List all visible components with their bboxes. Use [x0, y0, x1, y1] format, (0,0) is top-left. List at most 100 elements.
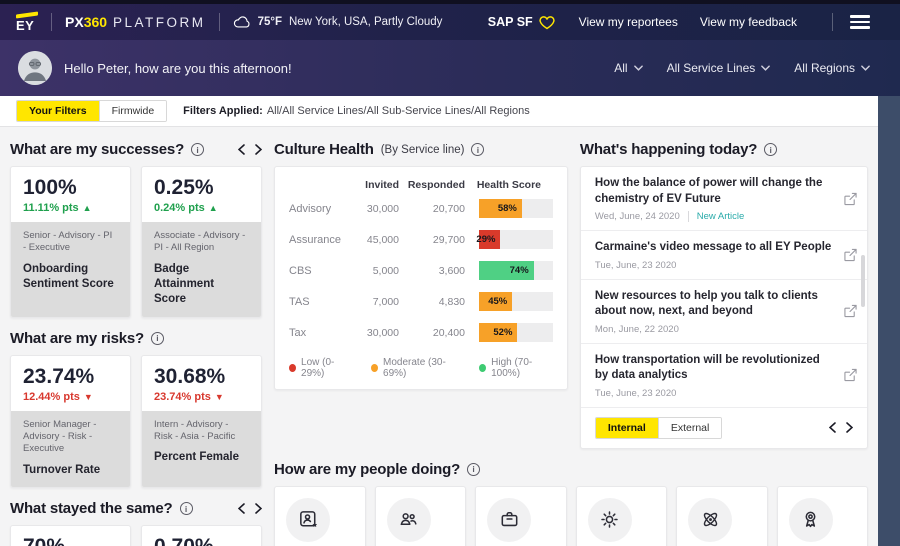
metric-card[interactable]: 0.25% 0.24% pts ▲ Associate - Advisory - …: [141, 166, 262, 318]
weather-location: New York, USA, Partly Cloudy: [288, 16, 443, 28]
metric-card[interactable]: 100% 11.11% pts ▲ Senior - Advisory - PI …: [10, 166, 131, 318]
news-item[interactable]: How the balance of power will change the…: [580, 167, 867, 232]
chevron-down-icon: [761, 65, 771, 71]
invited-value: 30,000: [366, 202, 399, 215]
people-card[interactable]: Employee Performance On Track: [575, 485, 667, 546]
news-item[interactable]: Carmaine's video message to all EY Peopl…: [580, 231, 867, 280]
info-icon[interactable]: i: [467, 462, 481, 476]
col-invited: Invited: [365, 179, 399, 191]
info-icon[interactable]: i: [179, 502, 193, 516]
heart-icon[interactable]: [539, 15, 555, 30]
score-track: 74%: [479, 261, 553, 280]
metric-delta: 23.74% pts ▼: [154, 390, 224, 403]
metric-segment: Associate - Advisory - PI - All Region: [154, 230, 246, 254]
score-track: 58%: [479, 199, 553, 218]
news-item-date: Tue, June, 23 2020: [594, 387, 677, 399]
metric-card[interactable]: 30.68% 23.74% pts ▼ Intern - Advisory - R…: [141, 354, 262, 489]
ey-logo[interactable]: EY: [16, 10, 38, 33]
up-arrow-icon: ▲: [208, 203, 218, 213]
metric-card[interactable]: 70% 0% pts◂▸ Effective Utilization: [10, 525, 131, 546]
people-card[interactable]: Recruiting & Onboarding On Track: [274, 485, 366, 546]
people-card[interactable]: Workplace Experience Trending Negative: [475, 485, 567, 546]
legend-high: High (70-100%): [479, 357, 553, 379]
culture-health-panel: Invited Responded Health Score Advisory …: [274, 166, 568, 390]
external-link-icon[interactable]: [844, 304, 857, 318]
service-label: Tax: [289, 326, 307, 339]
news-section: What's happening today? i How the balanc…: [579, 135, 868, 449]
metric-card[interactable]: 0.70% 0 pts◂▸ GPS Engagement Index: [141, 525, 262, 546]
view-feedback-link[interactable]: View my feedback: [700, 15, 797, 29]
cloud-icon: [233, 15, 251, 29]
filters-applied-value: All/All Service Lines/All Sub-Service Li…: [266, 105, 530, 117]
menu-icon[interactable]: [850, 15, 870, 29]
news-scrollbar[interactable]: [861, 255, 865, 307]
tab-external[interactable]: External: [657, 417, 722, 438]
atom-icon: [699, 508, 722, 531]
score-track: 45%: [479, 292, 553, 311]
legend-dot-moderate: [370, 364, 379, 372]
people-title: How are my people doing?: [274, 460, 461, 478]
tab-firmwide[interactable]: Firmwide: [98, 101, 167, 121]
table-row: TAS 7,000 4,830 45%: [289, 286, 553, 317]
info-icon[interactable]: i: [471, 143, 485, 156]
next-icon[interactable]: [846, 422, 853, 433]
dropdown-service-lines[interactable]: All Service Lines: [667, 61, 771, 75]
avatar[interactable]: [18, 51, 52, 85]
people-heading: How are my people doing? i: [274, 461, 868, 478]
ey-brand: EY: [16, 17, 35, 33]
view-reportees-link[interactable]: View my reportees: [579, 15, 678, 29]
people-card[interactable]: Employee Sentiment Trending Negative: [374, 485, 466, 546]
tab-your-filters[interactable]: Your Filters: [17, 101, 99, 121]
filter-tabs: Your Filters Firmwide: [16, 100, 168, 122]
news-panel: How the balance of power will change the…: [579, 166, 868, 449]
external-link-icon[interactable]: [844, 192, 857, 205]
news-item-date: Tue, June, 23 2020: [594, 259, 677, 271]
news-item-date: Mon, June, 22 2020: [594, 323, 679, 335]
score-track: 52%: [479, 323, 553, 342]
down-arrow-icon: ▼: [83, 391, 93, 402]
info-icon[interactable]: i: [150, 331, 164, 345]
news-tabs: Internal External: [594, 416, 723, 439]
metric-name: Onboarding Sentiment Score: [23, 262, 114, 290]
info-icon[interactable]: i: [764, 143, 778, 156]
dropdown-regions-label: All Regions: [794, 61, 855, 75]
news-item[interactable]: How transportation will be revolutionize…: [580, 344, 867, 408]
people-icon: [397, 508, 420, 531]
people-card[interactable]: Reward & Recognition On Track: [776, 485, 868, 546]
external-link-icon[interactable]: [844, 248, 857, 261]
info-icon[interactable]: i: [191, 143, 205, 156]
legend-moderate: Moderate (30-69%): [370, 357, 459, 379]
service-label: Assurance: [289, 233, 341, 246]
greeting-message: Hello Peter, how are you this afternoon!: [64, 60, 292, 76]
metric-name: Percent Female: [154, 451, 240, 464]
metric-card[interactable]: 23.74% 12.44% pts ▼ Senior Manager - Advi…: [10, 354, 131, 489]
prev-icon[interactable]: [829, 422, 836, 433]
product-platform: PLATFORM: [113, 15, 206, 30]
dropdown-regions[interactable]: All Regions: [794, 61, 870, 75]
sap-sf-link[interactable]: SAP SF: [488, 15, 555, 30]
people-card[interactable]: Learning & Development On Track: [676, 485, 768, 546]
next-icon[interactable]: [255, 144, 262, 155]
news-item-title: How transportation will be revolutionize…: [594, 353, 820, 382]
new-article-tag[interactable]: New Article: [687, 211, 744, 223]
product-360: 360: [83, 14, 108, 30]
risks-title: What are my risks?: [10, 329, 144, 347]
prev-icon[interactable]: [238, 503, 245, 515]
next-icon[interactable]: [255, 503, 262, 515]
metric-value: 23.74%: [23, 364, 95, 388]
external-link-icon[interactable]: [844, 368, 857, 382]
tab-internal[interactable]: Internal: [595, 417, 658, 438]
prev-icon[interactable]: [238, 144, 245, 155]
dropdown-all[interactable]: All: [614, 61, 643, 75]
metric-value: 100%: [23, 176, 77, 199]
metric-delta: 11.11% pts ▲: [23, 202, 92, 214]
invited-value: 30,000: [366, 326, 399, 339]
right-panel-strip[interactable]: [878, 96, 900, 546]
invited-value: 5,000: [372, 264, 399, 277]
successes-title: What are my successes?: [10, 141, 185, 158]
briefcase-icon: [498, 508, 521, 531]
service-label: TAS: [289, 295, 310, 308]
filter-bar: Your Filters Firmwide Filters Applied: Al…: [0, 96, 900, 127]
news-footer: Internal External: [581, 408, 867, 448]
news-item[interactable]: New resources to help you talk to client…: [580, 280, 867, 344]
